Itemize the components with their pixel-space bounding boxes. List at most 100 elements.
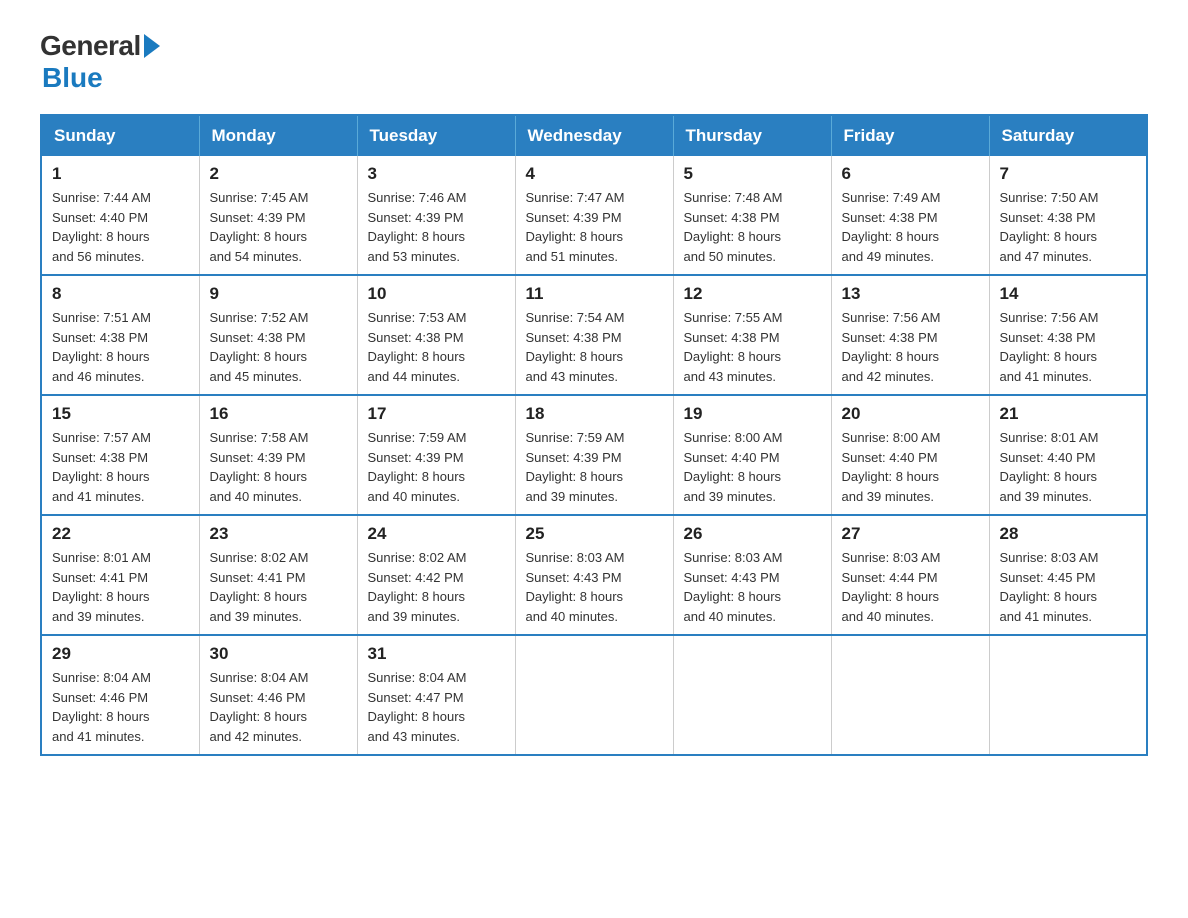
calendar-cell: 5 Sunrise: 7:48 AMSunset: 4:38 PMDayligh… — [673, 156, 831, 275]
day-number: 1 — [52, 164, 189, 184]
calendar-cell: 1 Sunrise: 7:44 AMSunset: 4:40 PMDayligh… — [41, 156, 199, 275]
day-number: 16 — [210, 404, 347, 424]
calendar-cell: 4 Sunrise: 7:47 AMSunset: 4:39 PMDayligh… — [515, 156, 673, 275]
day-info: Sunrise: 7:51 AMSunset: 4:38 PMDaylight:… — [52, 308, 189, 386]
calendar-cell: 18 Sunrise: 7:59 AMSunset: 4:39 PMDaylig… — [515, 395, 673, 515]
calendar-cell: 11 Sunrise: 7:54 AMSunset: 4:38 PMDaylig… — [515, 275, 673, 395]
day-number: 29 — [52, 644, 189, 664]
day-info: Sunrise: 8:04 AMSunset: 4:46 PMDaylight:… — [52, 668, 189, 746]
calendar-cell: 24 Sunrise: 8:02 AMSunset: 4:42 PMDaylig… — [357, 515, 515, 635]
weekday-header-row: SundayMondayTuesdayWednesdayThursdayFrid… — [41, 115, 1147, 156]
day-info: Sunrise: 8:04 AMSunset: 4:47 PMDaylight:… — [368, 668, 505, 746]
day-info: Sunrise: 7:48 AMSunset: 4:38 PMDaylight:… — [684, 188, 821, 266]
calendar-cell: 6 Sunrise: 7:49 AMSunset: 4:38 PMDayligh… — [831, 156, 989, 275]
day-number: 21 — [1000, 404, 1137, 424]
day-info: Sunrise: 7:53 AMSunset: 4:38 PMDaylight:… — [368, 308, 505, 386]
day-info: Sunrise: 7:56 AMSunset: 4:38 PMDaylight:… — [842, 308, 979, 386]
calendar-cell: 21 Sunrise: 8:01 AMSunset: 4:40 PMDaylig… — [989, 395, 1147, 515]
logo-blue-text: Blue — [42, 62, 103, 94]
calendar-cell: 29 Sunrise: 8:04 AMSunset: 4:46 PMDaylig… — [41, 635, 199, 755]
day-info: Sunrise: 7:49 AMSunset: 4:38 PMDaylight:… — [842, 188, 979, 266]
page-header: General Blue — [40, 30, 1148, 94]
calendar-week-row: 29 Sunrise: 8:04 AMSunset: 4:46 PMDaylig… — [41, 635, 1147, 755]
calendar-header: SundayMondayTuesdayWednesdayThursdayFrid… — [41, 115, 1147, 156]
calendar-cell — [831, 635, 989, 755]
calendar-cell: 20 Sunrise: 8:00 AMSunset: 4:40 PMDaylig… — [831, 395, 989, 515]
day-info: Sunrise: 7:50 AMSunset: 4:38 PMDaylight:… — [1000, 188, 1137, 266]
calendar-table: SundayMondayTuesdayWednesdayThursdayFrid… — [40, 114, 1148, 756]
weekday-header-thursday: Thursday — [673, 115, 831, 156]
calendar-cell: 12 Sunrise: 7:55 AMSunset: 4:38 PMDaylig… — [673, 275, 831, 395]
calendar-cell: 9 Sunrise: 7:52 AMSunset: 4:38 PMDayligh… — [199, 275, 357, 395]
day-number: 19 — [684, 404, 821, 424]
day-info: Sunrise: 8:00 AMSunset: 4:40 PMDaylight:… — [842, 428, 979, 506]
day-info: Sunrise: 8:03 AMSunset: 4:43 PMDaylight:… — [526, 548, 663, 626]
day-info: Sunrise: 7:59 AMSunset: 4:39 PMDaylight:… — [368, 428, 505, 506]
day-number: 6 — [842, 164, 979, 184]
day-number: 9 — [210, 284, 347, 304]
calendar-cell: 2 Sunrise: 7:45 AMSunset: 4:39 PMDayligh… — [199, 156, 357, 275]
day-number: 31 — [368, 644, 505, 664]
calendar-cell: 23 Sunrise: 8:02 AMSunset: 4:41 PMDaylig… — [199, 515, 357, 635]
day-info: Sunrise: 8:03 AMSunset: 4:45 PMDaylight:… — [1000, 548, 1137, 626]
day-info: Sunrise: 7:59 AMSunset: 4:39 PMDaylight:… — [526, 428, 663, 506]
day-number: 14 — [1000, 284, 1137, 304]
day-number: 22 — [52, 524, 189, 544]
calendar-cell: 3 Sunrise: 7:46 AMSunset: 4:39 PMDayligh… — [357, 156, 515, 275]
calendar-cell — [989, 635, 1147, 755]
calendar-cell: 22 Sunrise: 8:01 AMSunset: 4:41 PMDaylig… — [41, 515, 199, 635]
day-info: Sunrise: 8:00 AMSunset: 4:40 PMDaylight:… — [684, 428, 821, 506]
day-info: Sunrise: 8:01 AMSunset: 4:41 PMDaylight:… — [52, 548, 189, 626]
day-number: 27 — [842, 524, 979, 544]
weekday-header-saturday: Saturday — [989, 115, 1147, 156]
logo-general-text: General — [40, 30, 141, 62]
calendar-cell: 14 Sunrise: 7:56 AMSunset: 4:38 PMDaylig… — [989, 275, 1147, 395]
day-number: 8 — [52, 284, 189, 304]
day-number: 26 — [684, 524, 821, 544]
calendar-cell: 10 Sunrise: 7:53 AMSunset: 4:38 PMDaylig… — [357, 275, 515, 395]
weekday-header-friday: Friday — [831, 115, 989, 156]
day-info: Sunrise: 7:56 AMSunset: 4:38 PMDaylight:… — [1000, 308, 1137, 386]
day-info: Sunrise: 7:45 AMSunset: 4:39 PMDaylight:… — [210, 188, 347, 266]
calendar-week-row: 22 Sunrise: 8:01 AMSunset: 4:41 PMDaylig… — [41, 515, 1147, 635]
day-number: 28 — [1000, 524, 1137, 544]
calendar-cell: 16 Sunrise: 7:58 AMSunset: 4:39 PMDaylig… — [199, 395, 357, 515]
logo: General Blue — [40, 30, 160, 94]
day-info: Sunrise: 8:02 AMSunset: 4:42 PMDaylight:… — [368, 548, 505, 626]
day-number: 7 — [1000, 164, 1137, 184]
day-number: 4 — [526, 164, 663, 184]
calendar-cell: 31 Sunrise: 8:04 AMSunset: 4:47 PMDaylig… — [357, 635, 515, 755]
day-number: 12 — [684, 284, 821, 304]
calendar-week-row: 8 Sunrise: 7:51 AMSunset: 4:38 PMDayligh… — [41, 275, 1147, 395]
calendar-cell: 26 Sunrise: 8:03 AMSunset: 4:43 PMDaylig… — [673, 515, 831, 635]
day-info: Sunrise: 7:54 AMSunset: 4:38 PMDaylight:… — [526, 308, 663, 386]
day-number: 10 — [368, 284, 505, 304]
day-number: 5 — [684, 164, 821, 184]
logo-arrow-icon — [144, 34, 160, 58]
day-number: 15 — [52, 404, 189, 424]
day-number: 11 — [526, 284, 663, 304]
calendar-cell: 13 Sunrise: 7:56 AMSunset: 4:38 PMDaylig… — [831, 275, 989, 395]
day-info: Sunrise: 8:04 AMSunset: 4:46 PMDaylight:… — [210, 668, 347, 746]
day-info: Sunrise: 7:55 AMSunset: 4:38 PMDaylight:… — [684, 308, 821, 386]
weekday-header-monday: Monday — [199, 115, 357, 156]
weekday-header-wednesday: Wednesday — [515, 115, 673, 156]
day-info: Sunrise: 7:47 AMSunset: 4:39 PMDaylight:… — [526, 188, 663, 266]
calendar-cell — [673, 635, 831, 755]
day-info: Sunrise: 7:57 AMSunset: 4:38 PMDaylight:… — [52, 428, 189, 506]
day-info: Sunrise: 7:46 AMSunset: 4:39 PMDaylight:… — [368, 188, 505, 266]
day-number: 2 — [210, 164, 347, 184]
day-number: 25 — [526, 524, 663, 544]
calendar-cell: 8 Sunrise: 7:51 AMSunset: 4:38 PMDayligh… — [41, 275, 199, 395]
day-number: 23 — [210, 524, 347, 544]
day-number: 18 — [526, 404, 663, 424]
day-info: Sunrise: 7:52 AMSunset: 4:38 PMDaylight:… — [210, 308, 347, 386]
calendar-cell: 27 Sunrise: 8:03 AMSunset: 4:44 PMDaylig… — [831, 515, 989, 635]
day-number: 17 — [368, 404, 505, 424]
calendar-cell: 15 Sunrise: 7:57 AMSunset: 4:38 PMDaylig… — [41, 395, 199, 515]
day-number: 20 — [842, 404, 979, 424]
day-number: 3 — [368, 164, 505, 184]
day-info: Sunrise: 7:44 AMSunset: 4:40 PMDaylight:… — [52, 188, 189, 266]
calendar-week-row: 1 Sunrise: 7:44 AMSunset: 4:40 PMDayligh… — [41, 156, 1147, 275]
day-info: Sunrise: 8:03 AMSunset: 4:43 PMDaylight:… — [684, 548, 821, 626]
